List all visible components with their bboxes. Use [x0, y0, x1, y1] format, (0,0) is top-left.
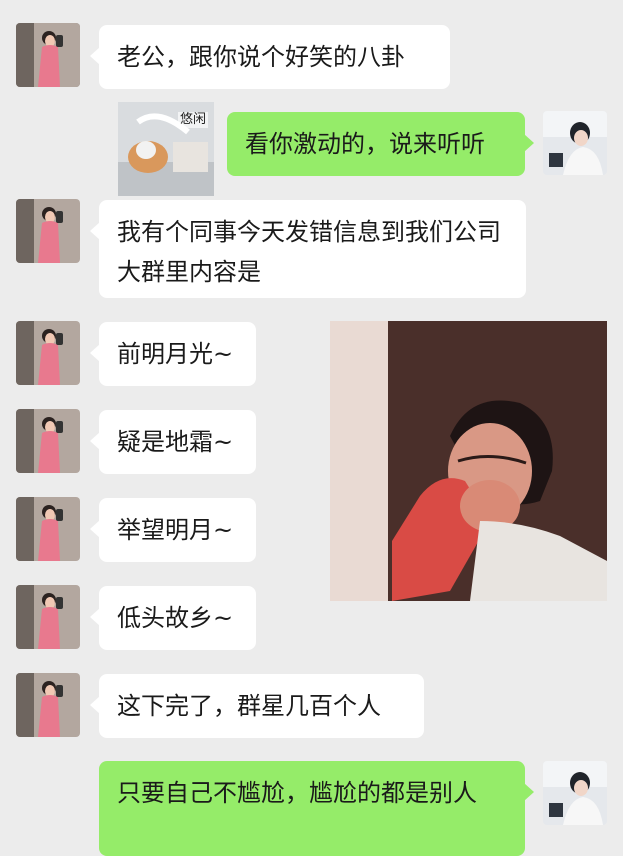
message-text: 看你激动的，说来听听	[245, 130, 485, 158]
crying-girl-photo[interactable]	[330, 321, 607, 601]
lounging-pet-sticker[interactable]: 悠闲	[118, 102, 214, 196]
message-text: 我有个同事今天发错信息到我们公司大群里内容是	[117, 218, 501, 286]
message-bubble-incoming[interactable]: 举望明月~	[90, 498, 256, 562]
message-bubble-incoming[interactable]: 我有个同事今天发错信息到我们公司大群里内容是	[90, 200, 526, 298]
message-text: 老公，跟你说个好笑的八卦	[117, 43, 405, 71]
message-text: 低头故乡~	[117, 604, 234, 632]
message-bubble-incoming[interactable]: 老公，跟你说个好笑的八卦	[90, 25, 450, 89]
contact-avatar[interactable]	[16, 409, 80, 473]
message-bubble-incoming[interactable]: 疑是地霜~	[90, 410, 256, 474]
sticker-caption: 悠闲	[177, 112, 208, 128]
message-text: 前明月光~	[117, 340, 234, 368]
message-bubble-incoming[interactable]: 前明月光~	[90, 322, 256, 386]
contact-avatar[interactable]	[16, 199, 80, 263]
message-bubble-incoming[interactable]: 这下完了，群星几百个人	[90, 674, 424, 738]
user-avatar[interactable]	[543, 111, 607, 175]
contact-avatar[interactable]	[16, 673, 80, 737]
message-text: 只要自己不尴尬，尴尬的都是别人	[117, 779, 477, 807]
contact-avatar[interactable]	[16, 23, 80, 87]
message-text: 疑是地霜~	[117, 428, 234, 456]
message-bubble-outgoing[interactable]: 只要自己不尴尬，尴尬的都是别人	[99, 761, 534, 856]
contact-avatar[interactable]	[16, 321, 80, 385]
message-text: 举望明月~	[117, 516, 234, 544]
user-avatar[interactable]	[543, 761, 607, 825]
contact-avatar[interactable]	[16, 585, 80, 649]
message-text: 这下完了，群星几百个人	[117, 692, 381, 720]
message-bubble-outgoing[interactable]: 看你激动的，说来听听	[227, 112, 534, 176]
message-bubble-incoming[interactable]: 低头故乡~	[90, 586, 256, 650]
contact-avatar[interactable]	[16, 497, 80, 561]
